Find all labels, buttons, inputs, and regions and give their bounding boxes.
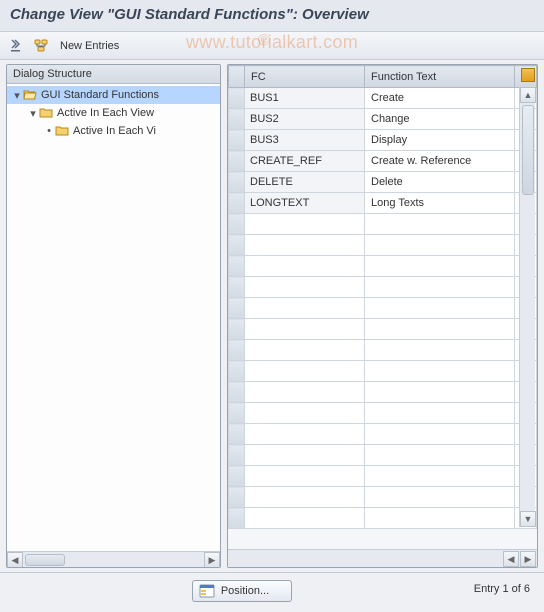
fc-input[interactable]: [245, 130, 364, 150]
row-selector[interactable]: [229, 109, 245, 130]
fc-input[interactable]: [245, 172, 364, 192]
table-row: Change: [229, 109, 537, 130]
footer: Position... Entry 1 of 6: [0, 572, 544, 608]
table-panel: FC Function Text Create Change Display Crea…: [227, 64, 538, 568]
function-text-cell: Delete: [365, 174, 514, 190]
folder-icon: [39, 107, 53, 119]
row-selector[interactable]: [229, 445, 245, 466]
row-selector[interactable]: [229, 130, 245, 151]
toolbar: New Entries: [0, 32, 544, 60]
tree-horizontal-scrollbar[interactable]: ◀ ▶: [7, 551, 220, 567]
row-selector[interactable]: [229, 235, 245, 256]
row-selector[interactable]: [229, 382, 245, 403]
tree-node[interactable]: • Active In Each Vi: [7, 122, 220, 140]
table-wrap: FC Function Text Create Change Display Crea…: [228, 65, 537, 549]
row-selector[interactable]: [229, 151, 245, 172]
scroll-thumb[interactable]: [25, 554, 65, 566]
table-row: [229, 277, 537, 298]
row-selector[interactable]: [229, 424, 245, 445]
function-text-cell: Display: [365, 132, 514, 148]
collapse-icon[interactable]: ▾: [27, 107, 39, 120]
horizontal-scrollbar[interactable]: ◀ ▶: [228, 549, 537, 567]
collapse-icon[interactable]: ▾: [11, 89, 23, 102]
toggle-icon[interactable]: [8, 37, 26, 55]
table-row: Create: [229, 88, 537, 109]
row-selector[interactable]: [229, 214, 245, 235]
scroll-right-icon[interactable]: ▶: [520, 551, 536, 567]
vertical-scrollbar[interactable]: ▲ ▼: [519, 87, 535, 527]
new-entries-button[interactable]: New Entries: [60, 40, 119, 52]
table-config-button[interactable]: [515, 66, 537, 88]
table-row: [229, 382, 537, 403]
page-title: Change View "GUI Standard Functions": Ov…: [0, 0, 544, 32]
scroll-left-icon[interactable]: ◀: [503, 551, 519, 567]
tree-body: ▾GUI Standard Functions▾Active In Each V…: [7, 84, 220, 551]
table-row: [229, 214, 537, 235]
fc-input[interactable]: [245, 193, 364, 213]
row-selector[interactable]: [229, 319, 245, 340]
row-selector[interactable]: [229, 361, 245, 382]
expand-icon[interactable]: •: [43, 125, 55, 137]
row-selector[interactable]: [229, 487, 245, 508]
dialog-structure-panel: Dialog Structure ▾GUI Standard Functions…: [6, 64, 221, 568]
row-selector[interactable]: [229, 193, 245, 214]
table-row: [229, 340, 537, 361]
column-header-function-text[interactable]: Function Text: [365, 66, 515, 88]
scroll-thumb[interactable]: [522, 105, 534, 195]
table-row: [229, 298, 537, 319]
table-row: [229, 319, 537, 340]
tree-header: Dialog Structure: [7, 65, 220, 84]
row-selector[interactable]: [229, 340, 245, 361]
select-all-header[interactable]: [229, 66, 245, 88]
row-selector[interactable]: [229, 403, 245, 424]
scroll-up-icon[interactable]: ▲: [520, 87, 536, 103]
table-row: [229, 361, 537, 382]
fc-input[interactable]: [245, 151, 364, 171]
row-selector[interactable]: [229, 277, 245, 298]
table-row: [229, 445, 537, 466]
fc-input[interactable]: [245, 88, 364, 108]
table-row: [229, 235, 537, 256]
column-header-fc[interactable]: FC: [245, 66, 365, 88]
row-selector[interactable]: [229, 88, 245, 109]
scroll-left-icon[interactable]: ◀: [7, 552, 23, 568]
row-selector[interactable]: [229, 298, 245, 319]
table-row: [229, 256, 537, 277]
scroll-right-icon[interactable]: ▶: [204, 552, 220, 568]
fc-input[interactable]: [245, 109, 364, 129]
row-selector[interactable]: [229, 256, 245, 277]
tree-node[interactable]: ▾ GUI Standard Functions: [7, 86, 220, 104]
table-row: [229, 508, 537, 529]
function-text-cell: Long Texts: [365, 195, 514, 211]
table-row: [229, 403, 537, 424]
function-text-cell: Change: [365, 111, 514, 127]
table-row: [229, 487, 537, 508]
function-text-cell: Create: [365, 90, 514, 106]
row-selector[interactable]: [229, 172, 245, 193]
tree-node-label: GUI Standard Functions: [41, 89, 159, 101]
data-table: FC Function Text Create Change Display Crea…: [228, 65, 537, 529]
tree-icon[interactable]: [32, 37, 50, 55]
main-area: Dialog Structure ▾GUI Standard Functions…: [0, 60, 544, 572]
table-row: Delete: [229, 172, 537, 193]
table-row: Long Texts: [229, 193, 537, 214]
row-selector[interactable]: [229, 508, 245, 529]
position-button[interactable]: Position...: [192, 580, 292, 602]
position-icon: [199, 584, 215, 598]
tree-node-label: Active In Each View: [57, 107, 154, 119]
entry-info: Entry 1 of 6: [474, 583, 530, 595]
table-config-icon: [521, 68, 535, 82]
folder-open-icon: [23, 89, 37, 101]
tree-node-label: Active In Each Vi: [73, 125, 156, 137]
scroll-down-icon[interactable]: ▼: [520, 511, 536, 527]
table-row: Create w. Reference: [229, 151, 537, 172]
table-row: Display: [229, 130, 537, 151]
function-text-cell: Create w. Reference: [365, 153, 514, 169]
table-row: [229, 466, 537, 487]
tree-node[interactable]: ▾ Active In Each View: [7, 104, 220, 122]
position-label: Position...: [221, 585, 269, 597]
folder-icon: [55, 125, 69, 137]
table-row: [229, 424, 537, 445]
row-selector[interactable]: [229, 466, 245, 487]
